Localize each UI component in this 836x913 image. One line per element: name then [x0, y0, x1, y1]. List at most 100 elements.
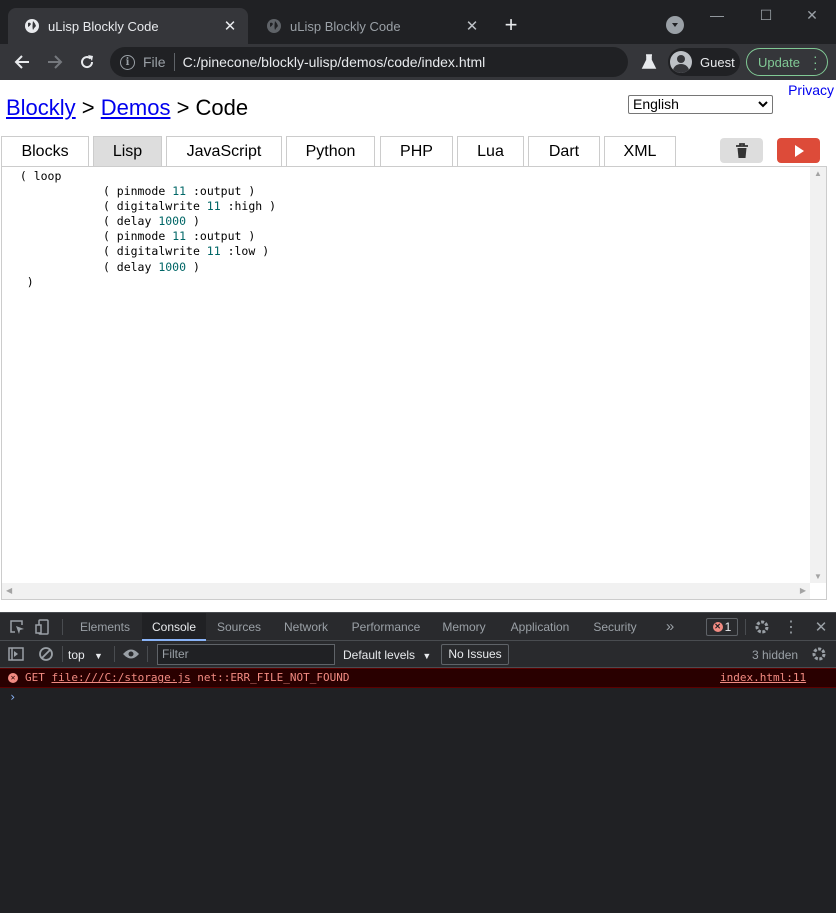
- devtools-tab-sources[interactable]: Sources: [208, 613, 270, 641]
- code-line: ): [186, 259, 200, 274]
- hidden-messages-count: 3 hidden: [752, 648, 799, 662]
- device-toolbar-icon[interactable]: [35, 619, 51, 635]
- language-value: English: [633, 96, 679, 112]
- run-button[interactable]: [777, 138, 820, 163]
- globe-icon: [266, 18, 282, 34]
- close-tab-icon[interactable]: ✕: [218, 14, 242, 38]
- code-number: 11: [172, 229, 187, 244]
- close-tab-icon[interactable]: ✕: [460, 14, 484, 38]
- scroll-left-icon[interactable]: ◀: [6, 586, 12, 595]
- chevron-down-icon: [758, 98, 768, 115]
- devtools-tab-security[interactable]: Security: [584, 613, 646, 641]
- breadcrumb-current: Code: [195, 95, 249, 120]
- log-levels-label: Default levels: [343, 648, 416, 662]
- browser-tab-inactive[interactable]: uLisp Blockly Code ✕: [250, 8, 490, 44]
- code-line: ( delay: [102, 214, 159, 229]
- sidebar-toggle-icon[interactable]: [8, 646, 24, 662]
- code-line: ( pinmode: [102, 229, 173, 244]
- clear-console-icon[interactable]: [38, 646, 54, 662]
- error-count-badge[interactable]: ✕ 1: [706, 618, 738, 636]
- tab-search-icon[interactable]: [666, 16, 684, 34]
- vertical-scrollbar[interactable]: ▲ ▼: [810, 167, 826, 583]
- code-line: ): [26, 274, 34, 289]
- close-devtools-icon[interactable]: ✕: [812, 618, 830, 636]
- browser-tab-title: uLisp Blockly Code: [48, 18, 159, 34]
- console-filter-input[interactable]: Filter: [157, 644, 335, 665]
- menu-dots-icon[interactable]: · · ·: [813, 49, 818, 75]
- breadcrumb-demos-link[interactable]: Demos: [101, 95, 171, 120]
- scroll-up-icon[interactable]: ▲: [814, 169, 822, 178]
- reload-icon[interactable]: [74, 49, 100, 75]
- profile-button[interactable]: Guest: [668, 48, 740, 76]
- toolbar-divider: [745, 619, 746, 635]
- kebab-menu-icon[interactable]: ⋮: [782, 618, 800, 636]
- scroll-right-icon[interactable]: ▶: [800, 586, 806, 595]
- update-button[interactable]: Update · · ·: [746, 48, 828, 76]
- toolbar-divider: [114, 646, 115, 662]
- code-output[interactable]: ( loop ( pinmode 11 :output ) ( digitalw…: [1, 166, 827, 600]
- devtools-tab-memory[interactable]: Memory: [432, 613, 496, 641]
- code-line: ): [186, 214, 200, 229]
- back-arrow-icon[interactable]: [9, 49, 35, 75]
- tab-python[interactable]: Python: [286, 136, 375, 166]
- devtools-tab-console[interactable]: Console: [142, 613, 206, 641]
- page-content: Privacy English Blockly > Demos > Code B…: [0, 80, 836, 612]
- labs-flask-icon[interactable]: [640, 53, 658, 71]
- console-settings-gear-icon[interactable]: [811, 646, 827, 662]
- code-line: :output ): [186, 184, 256, 199]
- context-selector[interactable]: top ▼: [68, 645, 103, 665]
- tab-strip: uLisp Blockly Code ✕ uLisp Blockly Code …: [0, 0, 836, 44]
- language-select[interactable]: English: [628, 95, 773, 114]
- forward-arrow-icon[interactable]: [42, 49, 68, 75]
- code-tabs: Blocks Lisp JavaScript Python PHP Lua Da…: [0, 136, 836, 166]
- code-number: 11: [206, 244, 221, 259]
- play-icon: [794, 144, 804, 157]
- inspect-element-icon[interactable]: [9, 619, 25, 635]
- avatar-icon: [670, 51, 692, 73]
- profile-name: Guest: [700, 54, 735, 70]
- scroll-down-icon[interactable]: ▼: [814, 572, 822, 581]
- new-tab-button[interactable]: +: [498, 13, 524, 39]
- tab-dart[interactable]: Dart: [528, 136, 600, 166]
- devtools-tabbar: Elements Console Sources Network Perform…: [0, 613, 836, 641]
- error-source-link[interactable]: index.html:11: [720, 669, 806, 687]
- error-text: GET file:///C:/storage.js net::ERR_FILE_…: [25, 669, 350, 687]
- error-file-link[interactable]: file:///C:/storage.js: [52, 671, 191, 684]
- log-levels-dropdown[interactable]: Default levels ▼: [343, 645, 431, 666]
- trash-button[interactable]: [720, 138, 763, 163]
- tab-lua[interactable]: Lua: [457, 136, 524, 166]
- more-tabs-icon[interactable]: »: [656, 613, 684, 641]
- browser-tab-active[interactable]: uLisp Blockly Code ✕: [8, 8, 248, 44]
- code-line: :output ): [186, 229, 256, 244]
- devtools-tab-performance[interactable]: Performance: [342, 613, 430, 641]
- tab-xml[interactable]: XML: [604, 136, 676, 166]
- browser-tab-title: uLisp Blockly Code: [290, 18, 401, 34]
- close-window-button[interactable]: ✕: [797, 4, 827, 26]
- site-info-icon[interactable]: i: [120, 54, 135, 70]
- maximize-button[interactable]: ☐: [751, 4, 781, 26]
- code-number: 1000: [158, 214, 187, 229]
- toolbar-divider: [62, 646, 63, 662]
- issues-button[interactable]: No Issues: [441, 644, 509, 665]
- horizontal-scrollbar[interactable]: ◀ ▶: [2, 583, 810, 599]
- tab-javascript[interactable]: JavaScript: [166, 136, 282, 166]
- code-line: ( loop: [19, 169, 62, 183]
- code-number: 1000: [158, 259, 187, 274]
- address-url[interactable]: C:/pinecone/blockly-ulisp/demos/code/ind…: [183, 54, 486, 70]
- settings-gear-icon[interactable]: [753, 618, 771, 636]
- address-scheme: File: [143, 54, 166, 70]
- devtools-tab-application[interactable]: Application: [498, 613, 582, 641]
- console-prompt[interactable]: ›: [9, 690, 16, 704]
- devtools-tab-network[interactable]: Network: [272, 613, 340, 641]
- privacy-link[interactable]: Privacy: [788, 82, 834, 98]
- breadcrumb-blockly-link[interactable]: Blockly: [6, 95, 76, 120]
- live-expression-eye-icon[interactable]: [122, 646, 140, 662]
- tab-php[interactable]: PHP: [380, 136, 453, 166]
- tab-lisp[interactable]: Lisp: [93, 136, 162, 166]
- context-value: top: [68, 648, 85, 662]
- address-bar[interactable]: i File C:/pinecone/blockly-ulisp/demos/c…: [110, 47, 628, 77]
- minimize-button[interactable]: —: [702, 4, 732, 26]
- devtools-panel: Elements Console Sources Network Perform…: [0, 612, 836, 913]
- tab-blocks[interactable]: Blocks: [1, 136, 89, 166]
- devtools-tab-elements[interactable]: Elements: [70, 613, 140, 641]
